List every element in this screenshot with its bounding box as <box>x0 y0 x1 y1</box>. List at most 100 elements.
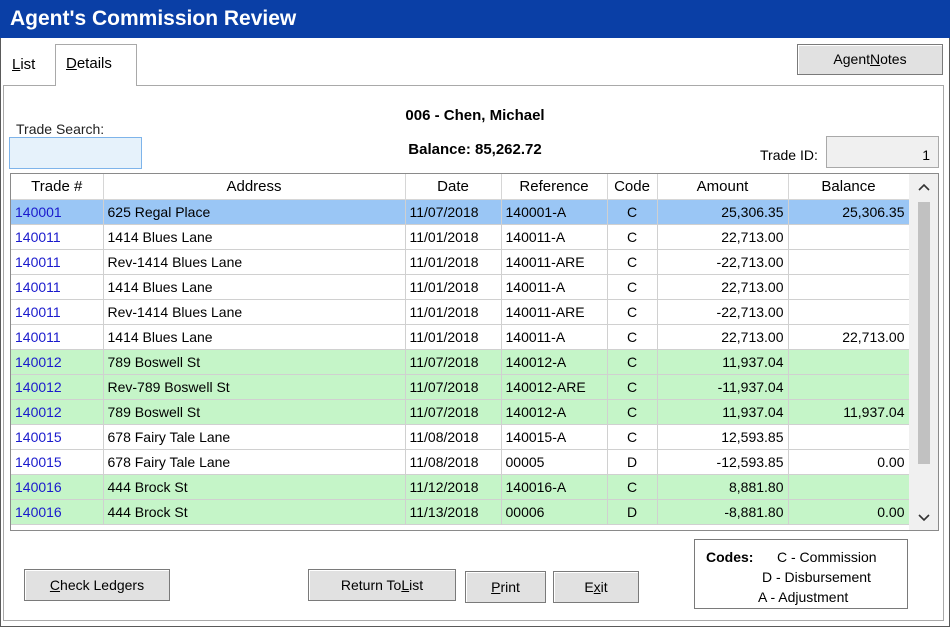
agent-notes-key: N <box>870 51 881 67</box>
cell-trade: 140012 <box>11 349 104 375</box>
cell-code: C <box>607 374 658 400</box>
cell-address: 444 Brock St <box>103 474 406 500</box>
tab-list[interactable]: List <box>12 56 35 73</box>
return-to-list-key: L <box>401 577 410 593</box>
cell-trade: 140011 <box>11 299 104 325</box>
cell-date: 11/08/2018 <box>405 424 502 450</box>
cell-reference: 140011-A <box>501 224 608 250</box>
cell-balance <box>788 224 910 250</box>
cell-address: Rev-1414 Blues Lane <box>103 299 406 325</box>
col-header-balance[interactable]: Balance <box>788 174 910 200</box>
cell-amount: 11,937.04 <box>657 399 789 425</box>
cell-reference: 140011-ARE <box>501 249 608 275</box>
cell-date: 11/01/2018 <box>405 299 502 325</box>
table-row[interactable]: 140011 1414 Blues Lane 11/01/2018 140011-A C… <box>11 324 910 350</box>
cell-date: 11/07/2018 <box>405 349 502 375</box>
return-to-list-pre: Return To <box>340 577 402 593</box>
cell-balance: 25,306.35 <box>788 199 910 225</box>
cell-reference: 140012-A <box>501 399 608 425</box>
agent-name: 006 - Chen, Michael <box>405 107 545 124</box>
table-row[interactable]: 140011 1414 Blues Lane 11/01/2018 140011-A C… <box>11 274 910 300</box>
cell-date: 11/13/2018 <box>405 499 502 525</box>
code-adjustment: A - Adjustment <box>758 589 849 605</box>
cell-balance <box>788 374 910 400</box>
return-to-list-button[interactable]: Return To List <box>308 569 456 601</box>
cell-date: 11/01/2018 <box>405 274 502 300</box>
cell-date: 11/07/2018 <box>405 399 502 425</box>
tab-details-key: D <box>66 55 77 72</box>
cell-address: 1414 Blues Lane <box>103 224 406 250</box>
cell-amount: 22,713.00 <box>657 224 789 250</box>
cell-date: 11/01/2018 <box>405 324 502 350</box>
table-row[interactable]: 140016 444 Brock St 11/12/2018 140016-A C 8,8… <box>11 474 910 500</box>
cell-code: C <box>607 349 658 375</box>
check-ledgers-button[interactable]: Check Ledgers <box>24 569 170 601</box>
cell-amount: 12,593.85 <box>657 424 789 450</box>
cell-amount: 22,713.00 <box>657 274 789 300</box>
return-to-list-post: ist <box>409 577 424 593</box>
cell-code: C <box>607 399 658 425</box>
trades-grid: Trade # Address Date Reference Code Amou… <box>10 173 939 531</box>
cell-date: 11/07/2018 <box>405 199 502 225</box>
table-row[interactable]: 140012 789 Boswell St 11/07/2018 140012-A C 1… <box>11 349 910 375</box>
col-header-trade[interactable]: Trade # <box>11 174 104 200</box>
agent-notes-pre: Agent <box>833 51 870 67</box>
table-header-row: Trade # Address Date Reference Code Amou… <box>11 174 910 200</box>
col-header-amount[interactable]: Amount <box>657 174 789 200</box>
table-row[interactable]: 140016 444 Brock St 11/13/2018 00006 D -8,881… <box>11 499 910 525</box>
cell-date: 11/01/2018 <box>405 224 502 250</box>
col-header-reference[interactable]: Reference <box>501 174 608 200</box>
scroll-thumb[interactable] <box>918 202 930 464</box>
cell-address: Rev-1414 Blues Lane <box>103 249 406 275</box>
codes-legend: Codes: C - Commission D - Disbursement A… <box>694 539 908 609</box>
cell-trade: 140012 <box>11 374 104 400</box>
cell-address: Rev-789 Boswell St <box>103 374 406 400</box>
check-ledgers-key: C <box>49 577 61 593</box>
cell-date: 11/08/2018 <box>405 449 502 475</box>
agent-notes-button[interactable]: Agent Notes <box>797 44 943 75</box>
col-header-code[interactable]: Code <box>607 174 658 200</box>
cell-trade: 140012 <box>11 399 104 425</box>
cell-balance: 0.00 <box>788 499 910 525</box>
table-row[interactable]: 140012 Rev-789 Boswell St 11/07/2018 140012… <box>11 374 910 400</box>
cell-reference: 140011-ARE <box>501 299 608 325</box>
check-ledgers-rest: heck Ledgers <box>60 577 145 593</box>
cell-trade: 140011 <box>11 274 104 300</box>
cell-amount: -11,937.04 <box>657 374 789 400</box>
table-row[interactable]: 140015 678 Fairy Tale Lane 11/08/2018 00005… <box>11 449 910 475</box>
cell-address: 789 Boswell St <box>103 349 406 375</box>
cell-balance <box>788 349 910 375</box>
table-row[interactable]: 140011 1414 Blues Lane 11/01/2018 140011-A C… <box>11 224 910 250</box>
exit-button[interactable]: Exit <box>553 571 639 603</box>
col-header-date[interactable]: Date <box>405 174 502 200</box>
trade-id-label: Trade ID: <box>760 147 818 163</box>
print-button[interactable]: Print <box>465 571 546 603</box>
scroll-up-icon[interactable] <box>909 174 938 199</box>
cell-reference: 140001-A <box>501 199 608 225</box>
cell-address: 444 Brock St <box>103 499 406 525</box>
exit-key: x <box>593 579 601 595</box>
chevron-down-icon <box>917 514 930 522</box>
cell-address: 789 Boswell St <box>103 399 406 425</box>
col-header-address[interactable]: Address <box>103 174 406 200</box>
cell-code: C <box>607 324 658 350</box>
chevron-up-icon <box>917 183 930 191</box>
cell-reference: 140015-A <box>501 424 608 450</box>
cell-balance <box>788 424 910 450</box>
table-row[interactable]: 140011 Rev-1414 Blues Lane 11/01/2018 14001… <box>11 299 910 325</box>
cell-reference: 00005 <box>501 449 608 475</box>
tab-details[interactable]: Details <box>55 44 137 86</box>
cell-code: C <box>607 249 658 275</box>
cell-code: C <box>607 199 658 225</box>
scroll-down-icon[interactable] <box>909 505 938 530</box>
table-row[interactable]: 140011 Rev-1414 Blues Lane 11/01/2018 14001… <box>11 249 910 275</box>
cell-amount: 22,713.00 <box>657 324 789 350</box>
cell-trade: 140011 <box>11 224 104 250</box>
vertical-scrollbar[interactable] <box>909 174 938 530</box>
cell-code: C <box>607 474 658 500</box>
table-row[interactable]: 140001 625 Regal Place 11/07/2018 140001-A C… <box>11 199 910 225</box>
cell-reference: 140011-A <box>501 274 608 300</box>
table-row[interactable]: 140012 789 Boswell St 11/07/2018 140012-A C 1… <box>11 399 910 425</box>
table-row[interactable]: 140015 678 Fairy Tale Lane 11/08/2018 14001… <box>11 424 910 450</box>
cell-balance <box>788 274 910 300</box>
